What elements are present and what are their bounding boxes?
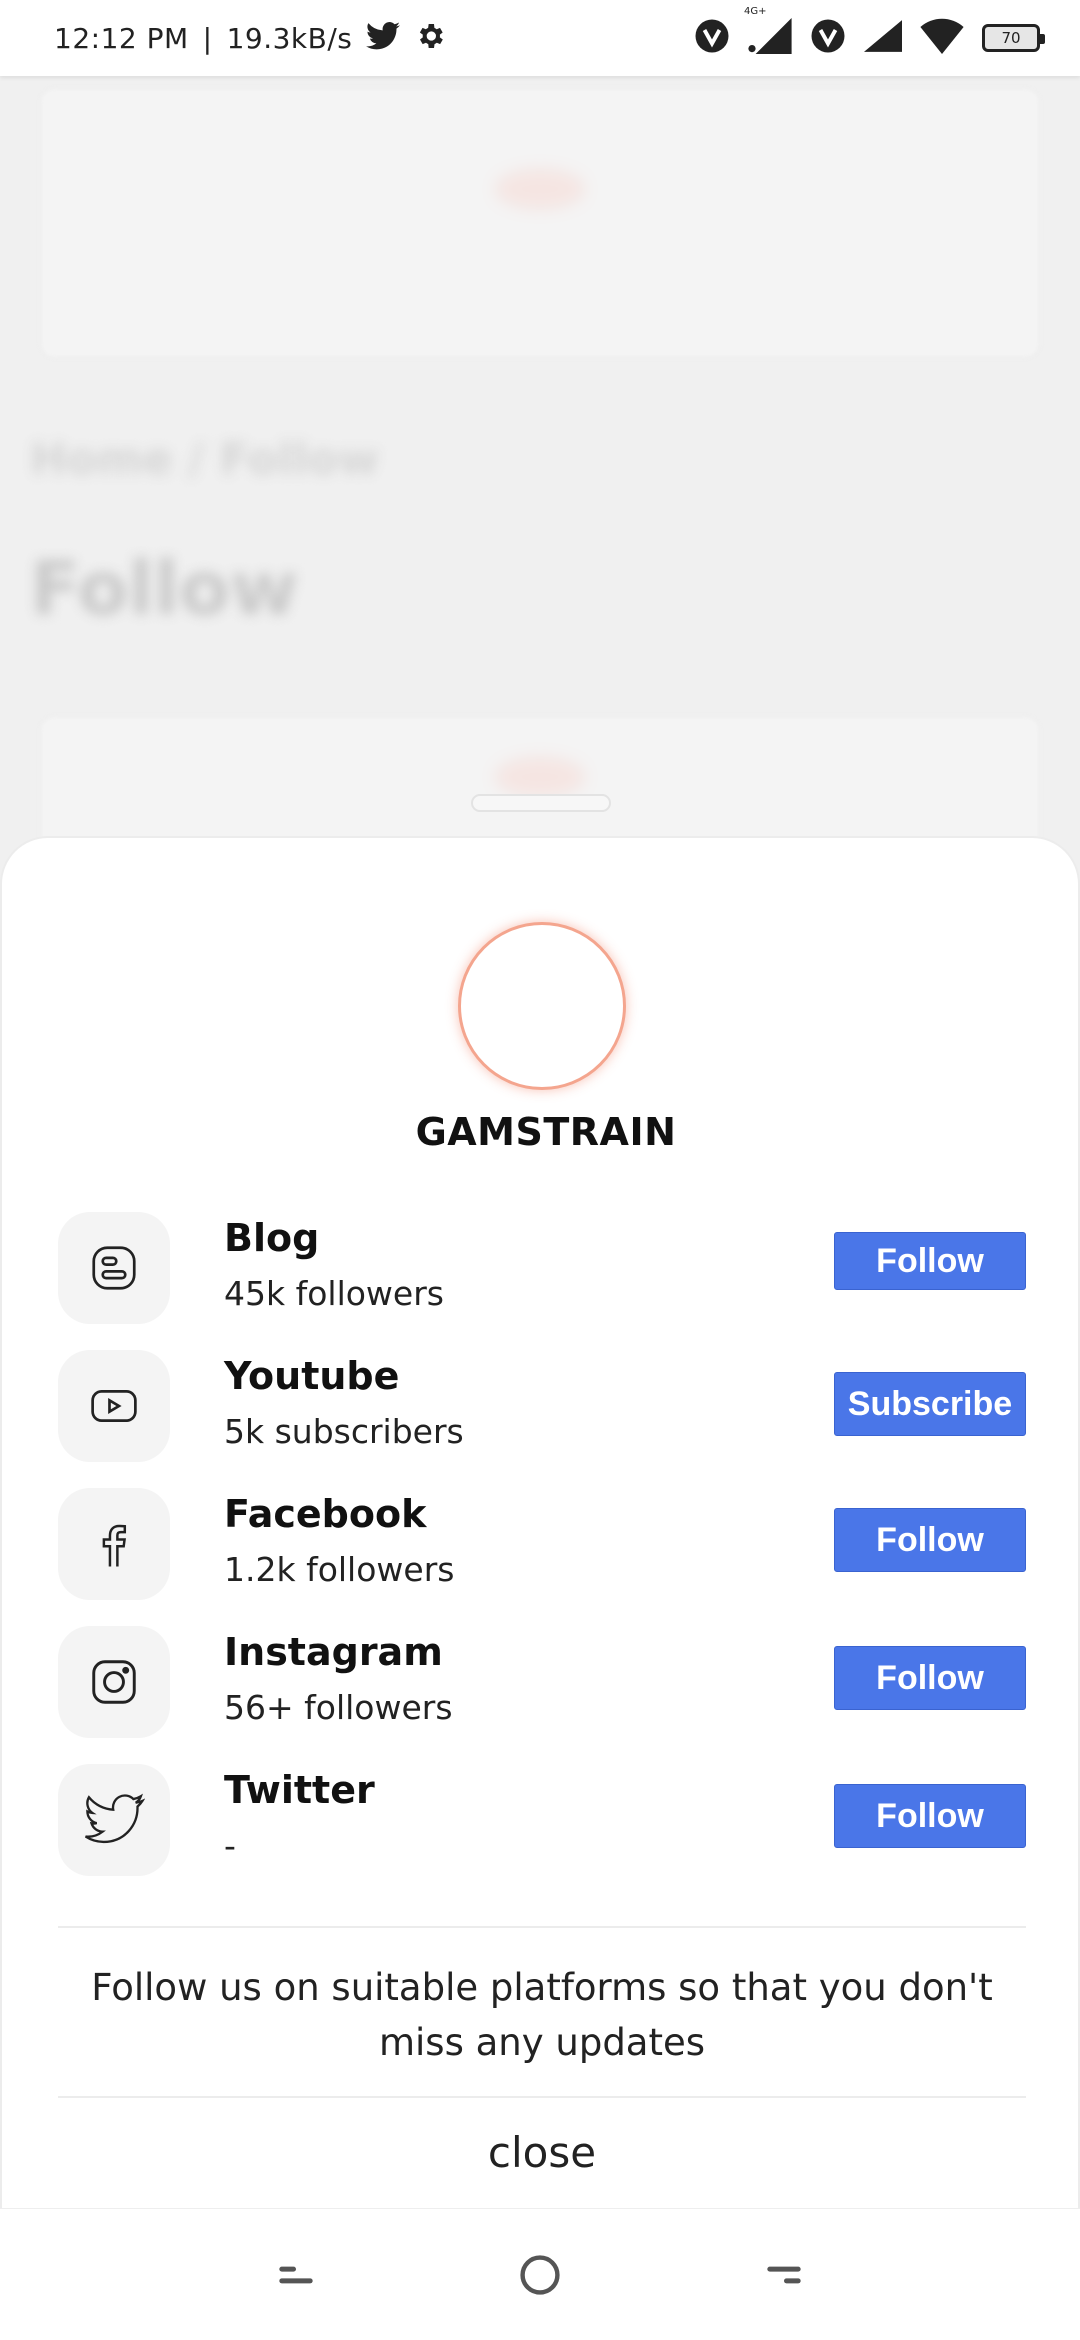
divider <box>58 2096 1026 2098</box>
brand-avatar <box>458 922 626 1090</box>
platform-row-twitter: Twitter - Follow <box>58 1764 1026 1876</box>
blogger-icon <box>58 1212 170 1324</box>
background-breadcrumb: Home / Follow <box>30 434 379 485</box>
platform-name: Instagram <box>224 1630 443 1674</box>
wifi-icon <box>920 18 964 58</box>
platform-count: 56+ followers <box>224 1688 453 1727</box>
platform-name: Twitter <box>224 1768 375 1812</box>
instagram-icon <box>58 1626 170 1738</box>
system-nav-bar <box>0 2208 1080 2340</box>
battery-level: 70 <box>1001 29 1021 47</box>
settings-gear-icon <box>414 20 446 56</box>
twitter-notification-icon <box>366 21 401 55</box>
instagram-follow-button[interactable]: Follow <box>834 1646 1026 1710</box>
close-button[interactable]: close <box>58 2128 1026 2177</box>
facebook-follow-button[interactable]: Follow <box>834 1508 1026 1572</box>
twitter-icon <box>58 1764 170 1876</box>
home-nav-icon[interactable] <box>512 2247 568 2303</box>
background-card-image <box>495 169 585 209</box>
youtube-subscribe-button[interactable]: Subscribe <box>834 1372 1026 1436</box>
platform-row-instagram: Instagram 56+ followers Follow <box>58 1626 1026 1738</box>
menu-nav-icon[interactable] <box>268 2247 324 2303</box>
platform-row-youtube: Youtube 5k subscribers Subscribe <box>58 1350 1026 1462</box>
follow-bottom-sheet: GAMSTRAIN Blog 45k followers Follow Yout… <box>0 836 1080 2208</box>
facebook-icon <box>58 1488 170 1600</box>
platform-count: - <box>224 1826 236 1865</box>
vpn-icon <box>694 18 730 58</box>
status-bar-left: 12:12 PM | 19.3kB/s <box>54 0 446 76</box>
platform-count: 45k followers <box>224 1274 444 1313</box>
sheet-drag-handle[interactable] <box>471 794 611 812</box>
status-time: 12:12 PM <box>54 21 189 55</box>
back-nav-icon[interactable] <box>756 2247 812 2303</box>
battery-icon: 70 <box>982 24 1045 52</box>
cell-signal-icon <box>864 18 902 58</box>
network-type-label: 4G+ <box>744 6 767 17</box>
status-bar: 12:12 PM | 19.3kB/s 4G+ 70 <box>0 0 1080 76</box>
platform-name: Youtube <box>224 1354 400 1398</box>
platform-count: 5k subscribers <box>224 1412 464 1451</box>
status-bar-right: 4G+ 70 <box>694 0 1045 76</box>
background-card <box>40 88 1040 358</box>
status-separator: | <box>202 21 213 55</box>
background-card-image-2 <box>495 757 585 797</box>
divider <box>58 1926 1026 1928</box>
status-network-speed: 19.3kB/s <box>226 21 353 55</box>
blog-follow-button[interactable]: Follow <box>834 1232 1026 1290</box>
platform-row-blog: Blog 45k followers Follow <box>58 1212 1026 1324</box>
youtube-icon <box>58 1350 170 1462</box>
background-heading: Follow <box>30 546 299 632</box>
screen: 12:12 PM | 19.3kB/s 4G+ 70 Home / Follow… <box>0 0 1080 2340</box>
brand-name: GAMSTRAIN <box>415 1110 677 1154</box>
platform-row-facebook: Facebook 1.2k followers Follow <box>58 1488 1026 1600</box>
twitter-follow-button[interactable]: Follow <box>834 1784 1026 1848</box>
platform-name: Blog <box>224 1216 320 1260</box>
cell-signal-4g-icon: 4G+ <box>744 6 792 58</box>
platform-name: Facebook <box>224 1492 427 1536</box>
platform-count: 1.2k followers <box>224 1550 455 1589</box>
follow-note: Follow us on suitable platforms so that … <box>91 1966 993 2064</box>
vpn-icon-secondary <box>810 18 846 58</box>
